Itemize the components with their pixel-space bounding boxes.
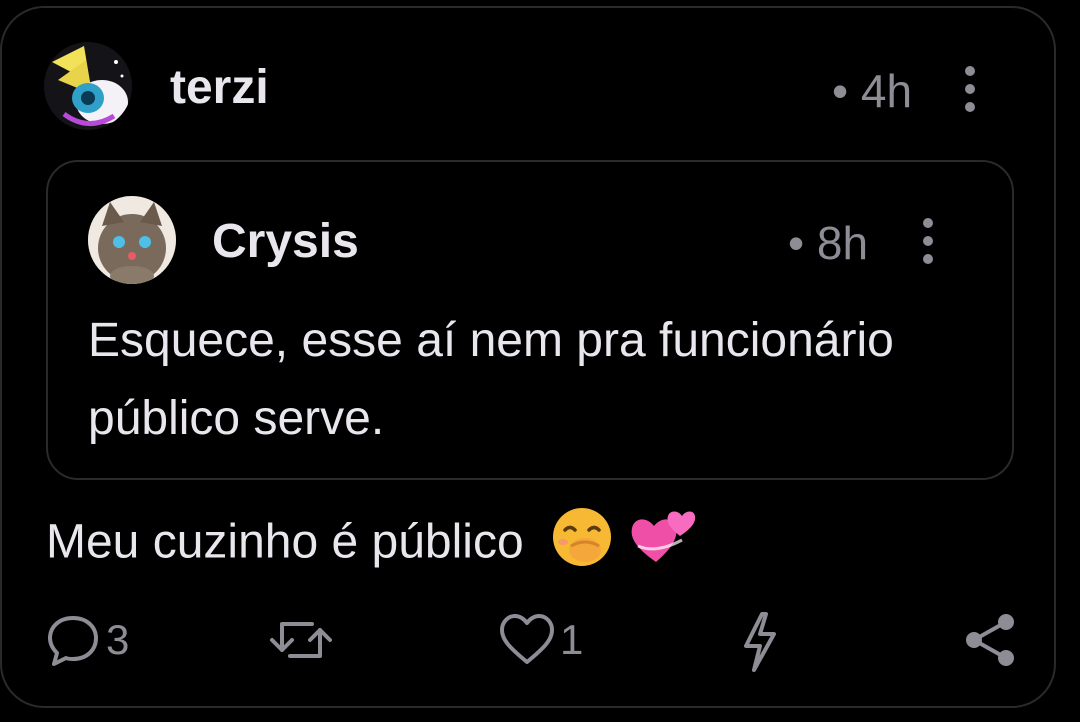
post-text: Meu cuzinho é público bbox=[46, 515, 524, 569]
post-text-line: Meu cuzinho é público bbox=[46, 506, 698, 584]
quoted-author-name[interactable]: Crysis bbox=[212, 214, 359, 269]
quoted-post-more-options-icon[interactable] bbox=[921, 218, 935, 264]
repost-button[interactable] bbox=[266, 610, 336, 670]
zap-button[interactable] bbox=[736, 610, 782, 674]
repost-icon bbox=[270, 622, 332, 658]
like-icon bbox=[500, 614, 554, 664]
share-icon bbox=[966, 614, 1014, 666]
quoted-post-timestamp: • 8h bbox=[788, 217, 869, 269]
quoted-author-avatar-image bbox=[88, 196, 176, 284]
like-button[interactable]: 1 bbox=[498, 610, 583, 670]
like-count: 1 bbox=[560, 616, 584, 663]
author-name[interactable]: terzi bbox=[170, 60, 269, 115]
quoted-post-text: Esquece, esse aí nem pra funcionário púb… bbox=[88, 314, 894, 445]
zap-icon bbox=[744, 612, 776, 672]
quoted-author-avatar[interactable] bbox=[88, 196, 176, 284]
reply-count: 3 bbox=[106, 616, 130, 663]
two-hearts-emoji-icon bbox=[626, 506, 698, 584]
reply-button[interactable]: 3 bbox=[44, 610, 129, 670]
reply-icon bbox=[48, 616, 98, 666]
post-more-options-icon[interactable] bbox=[963, 66, 977, 112]
author-avatar-image bbox=[44, 42, 132, 130]
face-with-hand-over-mouth-emoji-icon bbox=[551, 506, 613, 584]
post-timestamp: • 4h bbox=[832, 65, 913, 117]
share-button[interactable] bbox=[960, 610, 1020, 670]
author-avatar[interactable] bbox=[44, 42, 132, 130]
